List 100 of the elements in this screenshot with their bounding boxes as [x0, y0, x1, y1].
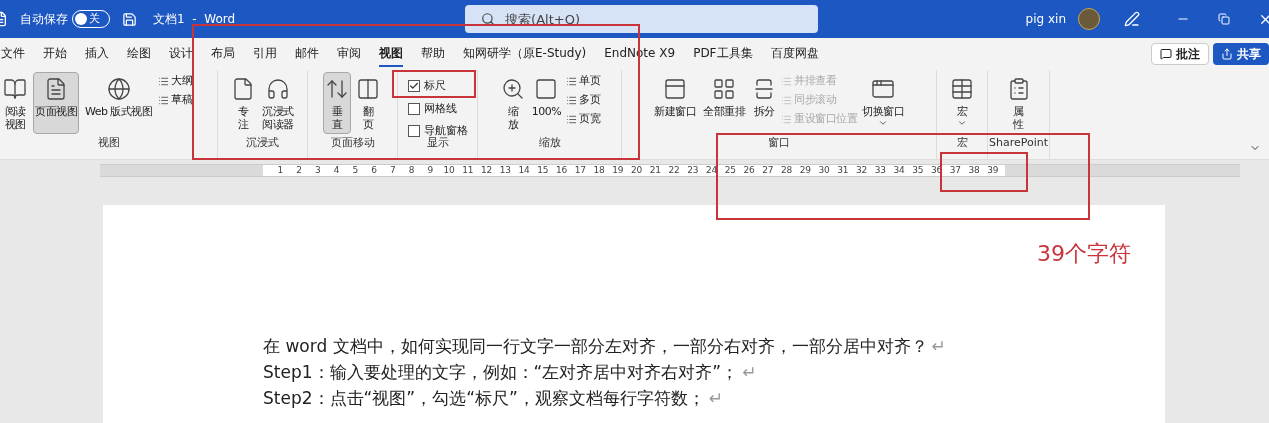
- ruler-number: 5: [351, 164, 360, 176]
- list-icon: [566, 76, 578, 87]
- ruler-number: 25: [723, 164, 738, 176]
- ribbon-small-button[interactable]: 单页: [566, 74, 601, 89]
- ruler-number: 35: [911, 164, 925, 176]
- ribbon-button[interactable]: 页面视图: [33, 72, 79, 134]
- annotation-text: 39个字符: [1037, 240, 1131, 268]
- list-icon: [158, 95, 170, 106]
- columns-icon: [356, 77, 380, 101]
- windows-icon: [871, 77, 895, 101]
- restore-icon[interactable]: [1218, 13, 1230, 25]
- ribbon-small-button[interactable]: 页宽: [566, 112, 601, 127]
- ruler-number: 37: [948, 164, 963, 176]
- checkbox-label: 标尺: [423, 78, 446, 94]
- paragraph: Step1：输入要处理的文字，例如：“左对齐居中对齐右对齐”； ↵: [263, 361, 758, 384]
- menu-tab[interactable]: 布局: [211, 41, 235, 67]
- menu-tab[interactable]: 百度网盘: [770, 41, 819, 67]
- ribbon-button[interactable]: 全部重排: [701, 72, 747, 134]
- search-icon: [481, 12, 496, 26]
- group-label: 视图: [97, 136, 120, 149]
- ruler-number: 8: [407, 164, 416, 176]
- ribbon-button[interactable]: Web 版式视图: [83, 72, 155, 134]
- group-label: 沉浸式: [246, 136, 279, 149]
- ruler-number: 17: [573, 164, 588, 176]
- ribbon-button[interactable]: 沉浸式 阅读器: [260, 72, 296, 134]
- ruler-number: 18: [592, 164, 606, 176]
- ribbon-small-button[interactable]: 草稿: [158, 93, 193, 108]
- square-icon: [534, 77, 559, 101]
- ruler-number: 24: [704, 164, 719, 176]
- ruler-number: 21: [648, 164, 663, 176]
- ruler-number: 23: [686, 164, 700, 176]
- ruler-number: 34: [892, 164, 906, 176]
- paragraph: Step2：点击“视图”，勾选“标尺”，观察文档每行字符数； ↵: [263, 387, 724, 410]
- globe-icon: [106, 77, 131, 101]
- menu-tab[interactable]: 帮助: [421, 41, 445, 67]
- menu-tab[interactable]: 开始: [43, 41, 67, 67]
- menu-tab[interactable]: 插入: [85, 41, 109, 67]
- ribbon-button[interactable]: 缩 放: [498, 72, 527, 134]
- list-icon: [158, 76, 170, 87]
- group-label: SharePoint: [988, 136, 1049, 149]
- menu-tab[interactable]: 绘图: [127, 41, 151, 67]
- group-label: 缩放: [538, 136, 561, 149]
- save-icon[interactable]: [122, 11, 137, 27]
- ribbon-button[interactable]: 新建窗口: [652, 72, 698, 134]
- ribbon-button[interactable]: 属 性: [1004, 72, 1033, 134]
- group-label: 页面移动: [330, 136, 375, 149]
- menu-tab[interactable]: 视图: [379, 41, 403, 67]
- checkbox[interactable]: [407, 80, 420, 93]
- ribbon-button[interactable]: 宏: [948, 72, 976, 134]
- ruler-number: 32: [854, 164, 869, 176]
- ribbon-button[interactable]: 拆分: [750, 72, 778, 134]
- menu-tab[interactable]: 设计: [169, 41, 193, 67]
- avatar[interactable]: [1078, 8, 1100, 30]
- comment-icon: [1160, 48, 1172, 60]
- group-label: 宏: [956, 136, 968, 149]
- list-icon: [566, 95, 578, 106]
- list-icon: [781, 114, 792, 125]
- ruler-number: 20: [629, 164, 644, 176]
- ribbon-button[interactable]: 专 注: [229, 72, 258, 134]
- ruler-number: 29: [798, 164, 813, 176]
- pen-icon[interactable]: [1124, 11, 1140, 27]
- menu-tab[interactable]: 引用: [253, 41, 277, 67]
- menu-tab[interactable]: 审阅: [337, 41, 361, 67]
- window-icon: [663, 77, 687, 101]
- ribbon-small-button[interactable]: 多页: [566, 93, 601, 108]
- menu-tab[interactable]: 文件: [1, 41, 25, 67]
- ruler-number: 31: [836, 164, 850, 176]
- menu-tab[interactable]: PDF工具集: [693, 41, 753, 67]
- ribbon-small-button[interactable]: 大纲: [158, 74, 193, 89]
- checkbox[interactable]: [407, 125, 420, 138]
- window-title: 文档1 - Word: [153, 11, 236, 28]
- paragraph: 在 word 文档中，如何实现同一行文字一部分左对齐，一部分右对齐，一部分居中对齐？ ↵: [263, 335, 947, 358]
- ruler-number: 12: [479, 164, 494, 176]
- ribbon-button[interactable]: 切换窗口: [860, 72, 906, 134]
- group-label: 窗口: [768, 136, 790, 149]
- share-icon: [1221, 48, 1233, 60]
- ruler-number: 1: [276, 164, 285, 176]
- ruler-number: 2: [295, 164, 303, 176]
- share-button[interactable]: 共享: [1213, 43, 1269, 65]
- checkbox-label: 网格线: [423, 100, 457, 117]
- caret-icon: [878, 118, 888, 128]
- ruler-number: 26: [742, 164, 756, 176]
- checkbox[interactable]: [407, 102, 420, 115]
- ribbon-button[interactable]: 100%: [529, 72, 564, 134]
- menu-tab[interactable]: 邮件: [295, 41, 319, 67]
- ruler-number: 22: [667, 164, 681, 176]
- ruler-number: 10: [442, 164, 456, 176]
- page-icon: [44, 77, 68, 101]
- book-icon: [3, 77, 27, 101]
- menu-tab[interactable]: 知网研学（原E-Study): [463, 41, 587, 67]
- ruler-number: 19: [611, 164, 625, 176]
- grid-icon: [712, 77, 736, 101]
- comment-button[interactable]: 批注: [1151, 43, 1209, 65]
- ribbon-button[interactable]: 垂 直: [323, 72, 351, 134]
- ruler-number: 15: [536, 164, 550, 176]
- user-name: pig xin: [1025, 11, 1066, 28]
- ribbon-button[interactable]: 翻 页: [354, 72, 382, 134]
- ribbon-button[interactable]: 阅读 视图: [1, 72, 29, 134]
- ruler-number: 30: [817, 164, 831, 176]
- ruler-number: 13: [498, 164, 513, 176]
